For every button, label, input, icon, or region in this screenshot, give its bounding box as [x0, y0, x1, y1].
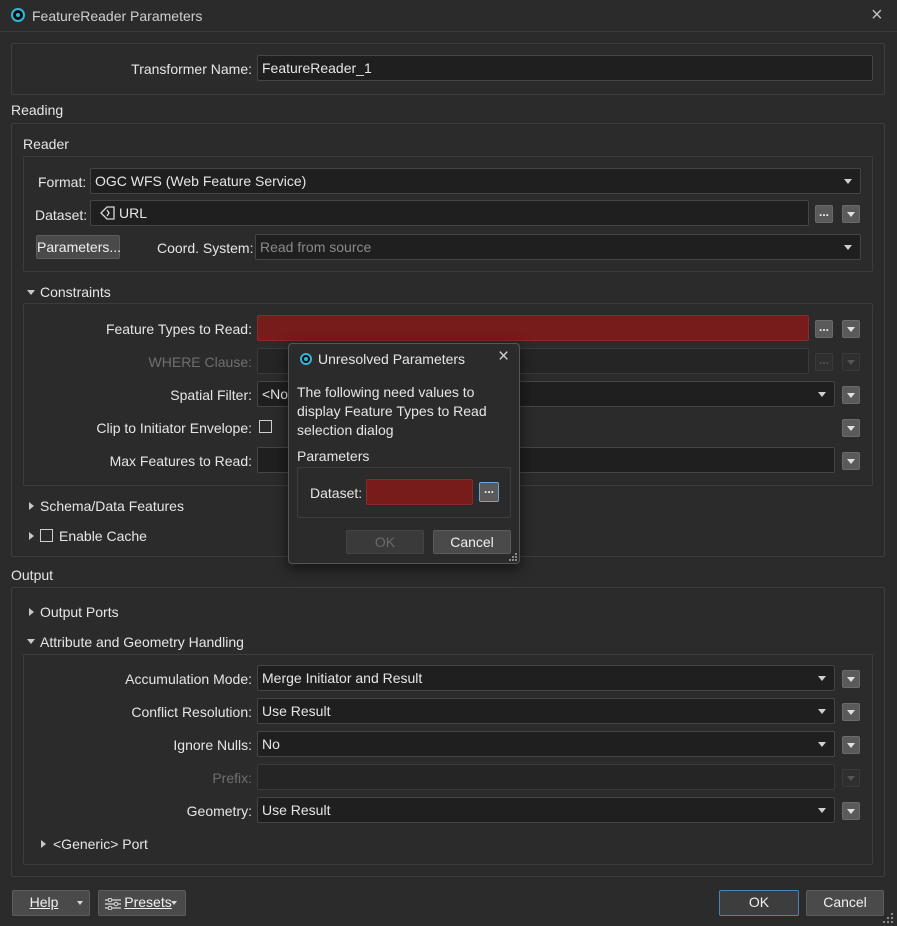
where-clause-menu-button — [842, 353, 860, 371]
dataset-value: URL — [119, 205, 148, 221]
constraints-expand-icon[interactable] — [27, 290, 35, 295]
geometry-label: Geometry: — [186, 803, 252, 819]
ignore-nulls-menu-button[interactable] — [842, 736, 860, 754]
feature-types-label: Feature Types to Read: — [105, 321, 252, 337]
ignore-nulls-select[interactable]: No — [257, 731, 835, 757]
coord-system-placeholder: Read from source — [260, 239, 372, 255]
output-ports-expand-icon[interactable] — [29, 608, 34, 616]
accumulation-mode-label: Accumulation Mode: — [125, 671, 252, 687]
feature-types-browse-button[interactable]: ... — [815, 320, 833, 338]
chevron-down-icon — [818, 808, 826, 813]
fme-logo-icon — [300, 353, 312, 365]
attr-geom-header[interactable]: Attribute and Geometry Handling — [40, 634, 244, 650]
where-clause-browse-button: ... — [815, 353, 833, 371]
close-icon[interactable]: × — [871, 4, 883, 27]
transformer-name-label: Transformer Name: — [131, 61, 252, 77]
resize-grip-icon[interactable] — [508, 552, 518, 562]
output-section-title: Output — [11, 567, 54, 583]
cancel-button[interactable]: Cancel — [806, 890, 884, 916]
reader-group-title: Reader — [23, 136, 69, 152]
resize-grip-icon[interactable] — [882, 912, 894, 924]
accumulation-mode-value: Merge Initiator and Result — [262, 670, 423, 686]
geometry-value: Use Result — [262, 802, 331, 818]
where-clause-label: WHERE Clause: — [148, 354, 252, 370]
conflict-resolution-menu-button[interactable] — [842, 703, 860, 721]
chevron-down-icon — [844, 179, 852, 184]
dialog-dataset-label: Dataset: — [310, 485, 363, 501]
spatial-filter-value: <No — [262, 386, 289, 402]
generic-port-header[interactable]: <Generic> Port — [53, 836, 148, 852]
format-value: OGC WFS (Web Feature Service) — [95, 173, 307, 189]
generic-port-expand-icon[interactable] — [41, 840, 46, 848]
presets-label: Presets — [124, 894, 172, 910]
clip-envelope-checkbox[interactable] — [259, 420, 272, 433]
format-label: Format: — [38, 174, 87, 190]
max-features-label: Max Features to Read: — [109, 453, 252, 469]
dataset-input[interactable]: URL — [90, 200, 809, 226]
dialog-ok-button: OK — [346, 530, 424, 554]
dataset-menu-button[interactable] — [842, 205, 860, 223]
prefix-input — [257, 764, 835, 790]
fme-logo-icon — [11, 8, 25, 22]
dialog-parameters-header: Parameters — [297, 448, 370, 464]
unresolved-parameters-dialog: Unresolved Parameters × The following ne… — [288, 343, 520, 564]
attr-geom-expand-icon[interactable] — [27, 639, 35, 644]
presets-button[interactable]: Presets — [98, 890, 186, 916]
dialog-title: Unresolved Parameters — [318, 351, 466, 367]
spatial-filter-menu-button[interactable] — [842, 386, 860, 404]
spatial-filter-label: Spatial Filter: — [170, 387, 252, 403]
ok-button[interactable]: OK — [719, 890, 799, 916]
enable-cache-label: Enable Cache — [59, 528, 147, 544]
max-features-menu-button[interactable] — [842, 452, 860, 470]
schema-expand-icon[interactable] — [29, 502, 34, 510]
url-icon — [100, 206, 115, 220]
ignore-nulls-label: Ignore Nulls: — [173, 737, 252, 753]
clip-envelope-menu-button[interactable] — [842, 419, 860, 437]
prefix-menu-button — [842, 769, 860, 787]
dataset-label: Dataset: — [35, 207, 88, 223]
presets-icon — [105, 898, 121, 910]
coord-system-label: Coord. System: — [157, 240, 254, 256]
dataset-browse-button[interactable]: ... — [815, 205, 833, 223]
help-button[interactable]: Help — [12, 890, 90, 916]
dialog-cancel-button[interactable]: Cancel — [433, 530, 511, 554]
conflict-resolution-select[interactable]: Use Result — [257, 698, 835, 724]
enable-cache-checkbox[interactable] — [40, 529, 53, 542]
dialog-dataset-input[interactable] — [366, 479, 473, 505]
output-ports-header[interactable]: Output Ports — [40, 604, 119, 620]
chevron-down-icon — [818, 709, 826, 714]
cache-expand-icon[interactable] — [29, 532, 34, 540]
geometry-select[interactable]: Use Result — [257, 797, 835, 823]
coord-system-select[interactable]: Read from source — [255, 234, 861, 260]
format-select[interactable]: OGC WFS (Web Feature Service) — [90, 168, 861, 194]
chevron-down-icon — [818, 742, 826, 747]
chevron-down-icon — [844, 245, 852, 250]
conflict-resolution-value: Use Result — [262, 703, 331, 719]
prefix-label: Prefix: — [212, 770, 252, 786]
chevron-down-icon — [77, 901, 83, 905]
reading-section-title: Reading — [11, 102, 64, 118]
dialog-message: The following need values to display Fea… — [297, 384, 487, 438]
close-icon[interactable]: × — [498, 346, 509, 368]
ignore-nulls-value: No — [262, 736, 280, 752]
schema-data-features-header[interactable]: Schema/Data Features — [40, 498, 184, 514]
conflict-resolution-label: Conflict Resolution: — [131, 704, 252, 720]
feature-types-input[interactable] — [257, 315, 809, 341]
chevron-down-icon — [818, 392, 826, 397]
window-title: FeatureReader Parameters — [32, 8, 203, 24]
clip-envelope-label: Clip to Initiator Envelope: — [96, 420, 252, 436]
transformer-name-input[interactable]: FeatureReader_1 — [257, 55, 873, 81]
accumulation-mode-menu-button[interactable] — [842, 670, 860, 688]
geometry-menu-button[interactable] — [842, 802, 860, 820]
parameters-button[interactable]: Parameters... — [36, 235, 121, 259]
accumulation-mode-select[interactable]: Merge Initiator and Result — [257, 665, 835, 691]
feature-types-menu-button[interactable] — [842, 320, 860, 338]
chevron-down-icon — [171, 901, 177, 905]
constraints-header[interactable]: Constraints — [40, 284, 111, 300]
help-label: Help — [29, 894, 59, 910]
chevron-down-icon — [818, 676, 826, 681]
dialog-dataset-browse-button[interactable]: ... — [479, 482, 499, 502]
